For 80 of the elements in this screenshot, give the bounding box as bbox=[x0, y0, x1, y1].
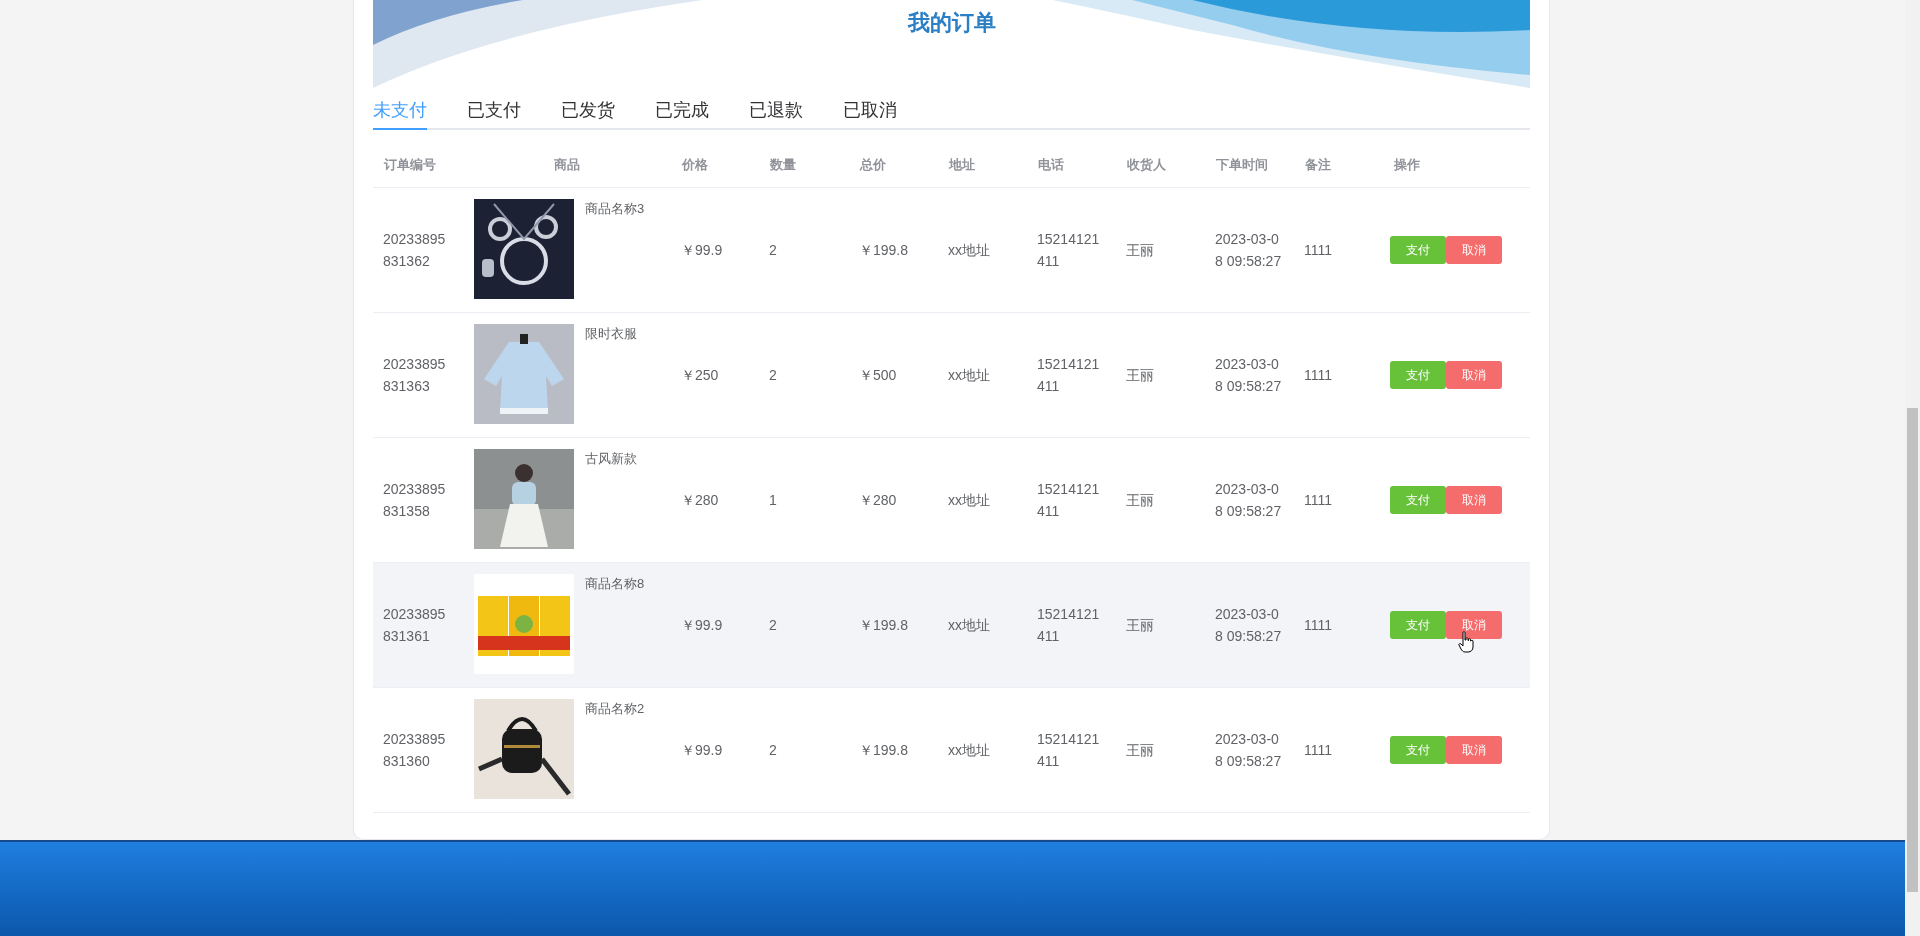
column-header: 操作 bbox=[1394, 155, 1420, 174]
total-price: ￥199.8 bbox=[859, 616, 909, 635]
column-header: 订单编号 bbox=[384, 155, 436, 174]
price: ￥99.9 bbox=[681, 616, 723, 635]
tab[interactable]: 已取消 bbox=[843, 90, 937, 130]
order-number: 20233895831358 bbox=[383, 480, 447, 521]
order-time: 2023-03-08 09:58:27 bbox=[1215, 605, 1283, 646]
price: ￥99.9 bbox=[681, 741, 723, 760]
pay-button[interactable]: 支付 bbox=[1390, 611, 1446, 639]
tab[interactable]: 已完成 bbox=[655, 90, 749, 130]
cancel-button[interactable]: 取消 bbox=[1446, 486, 1502, 514]
note: 1111 bbox=[1304, 366, 1333, 385]
page-title: 我的订单 bbox=[907, 9, 996, 37]
total-price: ￥199.8 bbox=[859, 741, 909, 760]
product-name: 古风新款 bbox=[585, 450, 637, 468]
total-price: ￥280 bbox=[859, 491, 897, 510]
hand-cursor-icon bbox=[1458, 631, 1474, 653]
cancel-button[interactable]: 取消 bbox=[1446, 611, 1502, 639]
price: ￥280 bbox=[681, 491, 719, 510]
phone: 15214121411 bbox=[1037, 230, 1101, 271]
phone: 15214121411 bbox=[1037, 605, 1101, 646]
column-header: 收货人 bbox=[1127, 155, 1166, 174]
cancel-button[interactable]: 取消 bbox=[1446, 736, 1502, 764]
phone: 15214121411 bbox=[1037, 355, 1101, 396]
quantity: 1 bbox=[769, 491, 777, 510]
quantity: 2 bbox=[769, 366, 777, 385]
quantity: 2 bbox=[769, 616, 777, 635]
pay-button[interactable]: 支付 bbox=[1390, 486, 1446, 514]
address: xx地址 bbox=[948, 491, 990, 510]
order-time: 2023-03-08 09:58:27 bbox=[1215, 480, 1283, 521]
address: xx地址 bbox=[948, 616, 990, 635]
product-name: 限时衣服 bbox=[585, 325, 637, 343]
cancel-button[interactable]: 取消 bbox=[1446, 236, 1502, 264]
quantity: 2 bbox=[769, 241, 777, 260]
column-header: 总价 bbox=[860, 155, 886, 174]
product-name: 商品名称2 bbox=[585, 700, 645, 718]
column-header: 下单时间 bbox=[1216, 155, 1268, 174]
column-header: 价格 bbox=[682, 155, 708, 174]
scrollbar-thumb[interactable] bbox=[1907, 408, 1918, 892]
receiver: 王丽 bbox=[1126, 366, 1154, 385]
product-name: 商品名称3 bbox=[585, 200, 645, 218]
receiver: 王丽 bbox=[1126, 741, 1154, 760]
order-time: 2023-03-08 09:58:27 bbox=[1215, 230, 1283, 271]
pay-button[interactable]: 支付 bbox=[1390, 361, 1446, 389]
receiver: 王丽 bbox=[1126, 491, 1154, 510]
phone: 15214121411 bbox=[1037, 730, 1101, 771]
tab[interactable]: 未支付 bbox=[373, 90, 467, 130]
total-price: ￥500 bbox=[859, 366, 897, 385]
column-header: 电话 bbox=[1038, 155, 1064, 174]
address: xx地址 bbox=[948, 366, 990, 385]
receiver: 王丽 bbox=[1126, 616, 1154, 635]
tab[interactable]: 已发货 bbox=[561, 90, 655, 130]
column-header: 商品 bbox=[554, 155, 580, 174]
column-header: 备注 bbox=[1305, 155, 1331, 174]
pay-button[interactable]: 支付 bbox=[1390, 236, 1446, 264]
address: xx地址 bbox=[948, 241, 990, 260]
note: 1111 bbox=[1304, 241, 1333, 260]
order-time: 2023-03-08 09:58:27 bbox=[1215, 730, 1283, 771]
price: ￥99.9 bbox=[681, 241, 723, 260]
order-number: 20233895831362 bbox=[383, 230, 447, 271]
price: ￥250 bbox=[681, 366, 719, 385]
tab[interactable]: 已支付 bbox=[467, 90, 561, 130]
quantity: 2 bbox=[769, 741, 777, 760]
note: 1111 bbox=[1304, 741, 1333, 760]
column-header: 数量 bbox=[770, 155, 796, 174]
column-header: 地址 bbox=[949, 155, 975, 174]
order-time: 2023-03-08 09:58:27 bbox=[1215, 355, 1283, 396]
note: 1111 bbox=[1304, 616, 1333, 635]
address: xx地址 bbox=[948, 741, 990, 760]
cancel-button[interactable]: 取消 bbox=[1446, 361, 1502, 389]
pay-button[interactable]: 支付 bbox=[1390, 736, 1446, 764]
order-number: 20233895831363 bbox=[383, 355, 447, 396]
order-number: 20233895831360 bbox=[383, 730, 447, 771]
note: 1111 bbox=[1304, 491, 1333, 510]
total-price: ￥199.8 bbox=[859, 241, 909, 260]
tab[interactable]: 已退款 bbox=[749, 90, 843, 130]
order-number: 20233895831361 bbox=[383, 605, 447, 646]
phone: 15214121411 bbox=[1037, 480, 1101, 521]
receiver: 王丽 bbox=[1126, 241, 1154, 260]
product-name: 商品名称8 bbox=[585, 575, 645, 593]
